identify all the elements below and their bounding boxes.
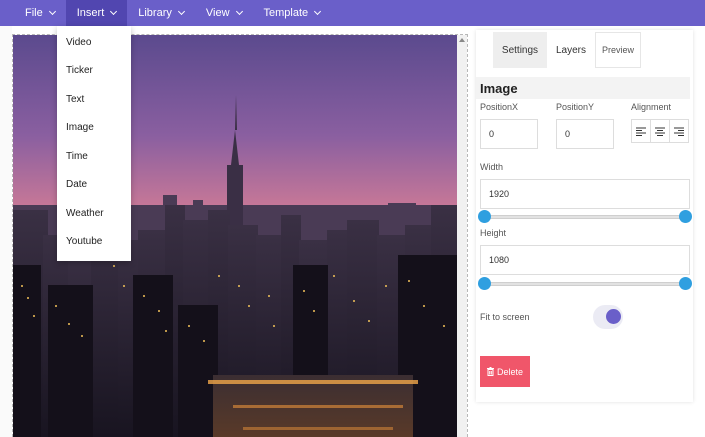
menu-insert-label: Insert [76,7,105,19]
menu-template-label: Template [263,7,309,19]
menu-item-weather[interactable]: Weather [57,199,131,228]
height-slider-min-handle[interactable] [478,277,491,290]
height-input[interactable] [480,245,690,275]
height-slider[interactable] [478,277,692,291]
menu-item-ticker[interactable]: Ticker [57,57,131,86]
align-right-icon [674,127,684,136]
menu-item-time[interactable]: Time [57,142,131,171]
position-y-label: PositionY [556,102,595,112]
menu-view-label: View [205,7,230,19]
position-x-input[interactable] [480,119,538,149]
align-right-button[interactable] [670,120,688,142]
panel-tabs: Settings Layers Preview [493,32,641,68]
menu-item-date[interactable]: Date [57,171,131,200]
alignment-buttons [631,119,689,143]
menu-item-youtube[interactable]: Youtube [57,228,131,257]
section-title: Image [476,77,690,99]
delete-button-label: Delete [496,366,523,377]
insert-dropdown-menu: Video Ticker Text Image Time Date Weathe… [57,26,131,261]
tab-settings[interactable]: Settings [493,32,547,68]
menu-file[interactable]: File [14,0,66,26]
menu-view[interactable]: View [195,0,253,26]
tab-layers[interactable]: Layers [547,32,595,68]
height-slider-max-handle[interactable] [679,277,692,290]
menu-template[interactable]: Template [253,0,332,26]
width-input[interactable] [480,179,690,209]
align-left-button[interactable] [632,120,651,142]
chevron-down-icon [177,7,185,16]
width-slider-min-handle[interactable] [478,210,491,223]
alignment-label: Alignment [631,102,672,112]
menu-bar: File Insert Library View Template [0,0,705,26]
align-left-icon [636,127,646,136]
align-center-button[interactable] [651,120,670,142]
menu-library-label: Library [138,7,172,19]
properties-panel: Settings Layers Preview Image PositionX … [476,30,693,402]
fit-to-screen-toggle[interactable] [593,305,623,329]
fit-to-screen-label: Fit to screen [480,312,530,322]
chevron-down-icon [314,7,322,16]
toggle-knob [606,309,621,324]
scroll-up-arrow-icon[interactable] [459,38,465,42]
left-gutter [0,26,12,437]
menu-file-label: File [25,7,43,19]
tab-preview[interactable]: Preview [595,32,641,68]
chevron-down-icon [48,7,56,16]
position-x-label: PositionX [480,102,519,112]
menu-insert[interactable]: Insert [65,0,128,26]
width-slider[interactable] [478,210,692,224]
width-slider-track [484,215,686,219]
height-slider-track [484,282,686,286]
delete-button[interactable]: Delete [480,356,530,387]
position-y-input[interactable] [556,119,614,149]
menu-item-image[interactable]: Image [57,114,131,143]
width-label: Width [480,162,504,172]
chevron-down-icon [110,7,118,16]
menu-item-video[interactable]: Video [57,28,131,57]
width-slider-max-handle[interactable] [679,210,692,223]
height-label: Height [480,228,507,238]
menu-item-text[interactable]: Text [57,85,131,114]
canvas-scrollbar[interactable] [457,35,467,437]
align-center-icon [655,127,665,136]
menu-library[interactable]: Library [127,0,195,26]
chevron-down-icon [235,7,243,16]
trash-icon [486,367,494,376]
